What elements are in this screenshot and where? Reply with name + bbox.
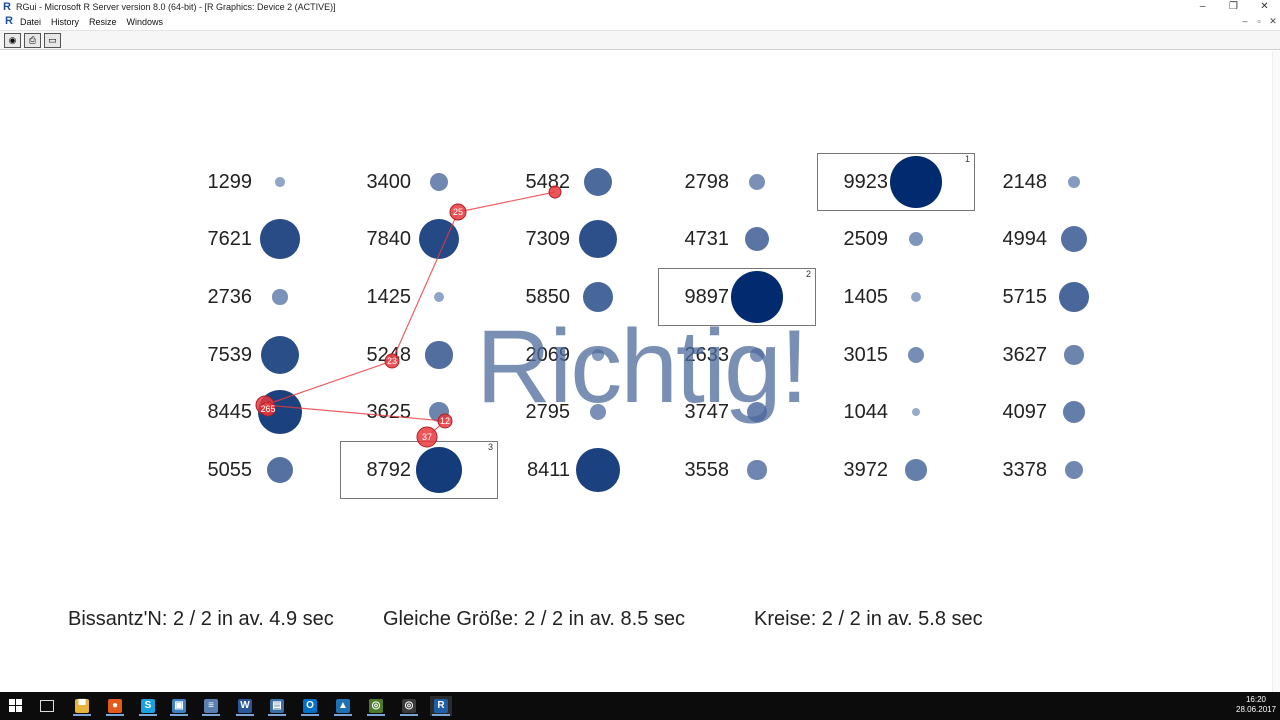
- running-indicator: [170, 714, 188, 716]
- doc-close-button[interactable]: ✕: [1268, 16, 1278, 27]
- windows-start-icon[interactable]: [9, 699, 23, 713]
- circle-app-icon[interactable]: ◎: [365, 696, 387, 716]
- skype-icon[interactable]: S: [137, 696, 159, 716]
- gaze-fixation-label: 265: [260, 404, 275, 414]
- presentation-icon-glyph: ▤: [270, 699, 284, 713]
- menu-resize[interactable]: Resize: [89, 17, 117, 27]
- system-clock[interactable]: 16:20 28.06.2017: [1236, 695, 1276, 715]
- gaze-fixation-label: 12: [440, 416, 450, 426]
- toolbar: ◉ ⎙ ▭: [0, 30, 1280, 50]
- vertical-scrollbar[interactable]: [1272, 51, 1280, 692]
- clock-date: 28.06.2017: [1236, 705, 1277, 714]
- triangle-app-icon-glyph: ▲: [336, 699, 350, 713]
- window-controls: – ❐ ✕: [1187, 0, 1280, 15]
- running-indicator: [367, 714, 385, 716]
- firefox-icon-glyph: ●: [108, 699, 122, 713]
- menu-datei[interactable]: Datei: [20, 17, 41, 27]
- taskbar: ▀ ● S ▣ ≡ W ▤ O ▲ ◎ ◎ R 16:20 28.06.2017: [0, 692, 1280, 720]
- document-window-controls: – ▫ ✕: [1240, 16, 1278, 27]
- doc-minimize-button[interactable]: –: [1240, 16, 1250, 27]
- file-explorer-icon-glyph: ▀: [75, 699, 89, 713]
- running-indicator: [139, 714, 157, 716]
- r-document-icon[interactable]: R: [5, 15, 13, 28]
- running-indicator: [400, 714, 418, 716]
- gaze-fixation-label: 23: [387, 356, 397, 366]
- outlook-icon-glyph: O: [303, 699, 317, 713]
- graphics-device-canvas[interactable]: 1 2 3 1299 3400 5482 2798 9923 2148 7621 7840 7309 4…: [0, 51, 1272, 692]
- task-view-icon[interactable]: [40, 700, 54, 712]
- running-indicator: [301, 714, 319, 716]
- doc-restore-button[interactable]: ▫: [1254, 16, 1264, 27]
- notepad-icon-glyph: ≡: [204, 699, 218, 713]
- window-icon[interactable]: ▭: [44, 33, 61, 48]
- circle-app-icon-glyph: ◎: [369, 699, 383, 713]
- gaze-app-icon[interactable]: ◎: [398, 696, 420, 716]
- gaze-fixation-label: 25: [453, 207, 463, 217]
- running-indicator: [268, 714, 286, 716]
- running-indicator: [334, 714, 352, 716]
- gaze-app-icon-glyph: ◎: [402, 699, 416, 713]
- minimize-button[interactable]: –: [1187, 0, 1218, 15]
- running-indicator: [202, 714, 220, 716]
- r-icon-glyph: R: [434, 699, 448, 713]
- photo-app-icon[interactable]: ▣: [168, 696, 190, 716]
- stat-bissantz: Bissantz'N: 2 / 2 in av. 4.9 sec: [68, 608, 334, 630]
- outlook-icon[interactable]: O: [299, 696, 321, 716]
- menu-windows[interactable]: Windows: [127, 17, 164, 27]
- r-icon[interactable]: R: [430, 696, 452, 716]
- menu-items: Datei History Resize Windows: [20, 17, 163, 27]
- running-indicator: [236, 714, 254, 716]
- copy-icon[interactable]: ◉: [4, 33, 21, 48]
- firefox-icon[interactable]: ●: [104, 696, 126, 716]
- title-bar: R RGui - Microsoft R Server version 8.0 …: [0, 0, 1280, 15]
- clock-time: 16:20: [1245, 695, 1267, 704]
- skype-icon-glyph: S: [141, 699, 155, 713]
- file-explorer-icon[interactable]: ▀: [71, 696, 93, 716]
- presentation-icon[interactable]: ▤: [266, 696, 288, 716]
- stat-gleiche-groesse: Gleiche Größe: 2 / 2 in av. 8.5 sec: [383, 608, 685, 630]
- stat-kreise: Kreise: 2 / 2 in av. 5.8 sec: [754, 608, 983, 630]
- print-icon[interactable]: ⎙: [24, 33, 41, 48]
- running-indicator: [432, 714, 450, 716]
- gaze-fixation: [548, 185, 562, 199]
- gaze-fixation-label: 37: [422, 432, 432, 442]
- window-title: RGui - Microsoft R Server version 8.0 (6…: [16, 2, 336, 12]
- menu-history[interactable]: History: [51, 17, 79, 27]
- running-indicator: [73, 714, 91, 716]
- word-icon[interactable]: W: [234, 696, 256, 716]
- notepad-icon[interactable]: ≡: [200, 696, 222, 716]
- feedback-overlay: Richtig!: [476, 309, 809, 425]
- photo-app-icon-glyph: ▣: [172, 699, 186, 713]
- triangle-app-icon[interactable]: ▲: [332, 696, 354, 716]
- r-app-icon: R: [3, 1, 11, 13]
- menu-bar: R Datei History Resize Windows – ▫ ✕: [0, 15, 1280, 29]
- running-indicator: [106, 714, 124, 716]
- restore-button[interactable]: ❐: [1218, 0, 1249, 15]
- close-button[interactable]: ✕: [1249, 0, 1280, 15]
- word-icon-glyph: W: [238, 699, 252, 713]
